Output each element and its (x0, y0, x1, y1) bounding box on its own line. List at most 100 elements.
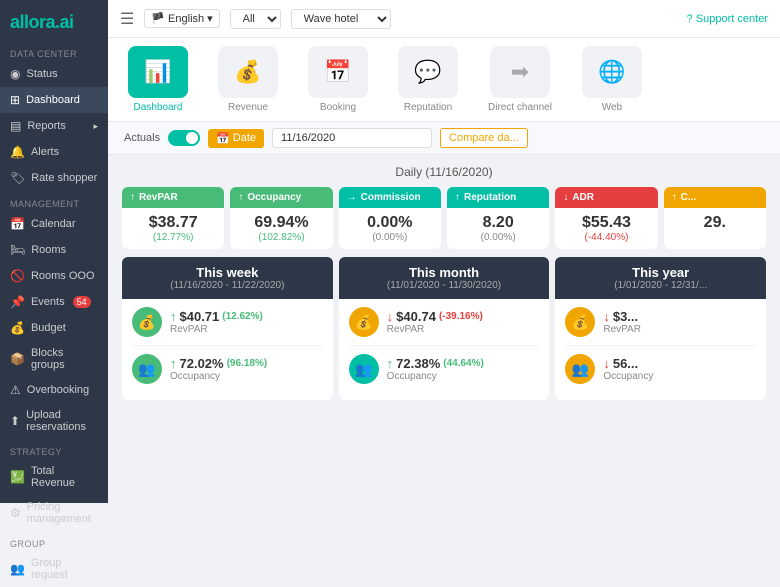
compare-button[interactable]: Compare da... (440, 128, 528, 148)
reputation-arrow-icon: ↑ (455, 192, 460, 203)
adr-body: $55.43 (-44.40%) (555, 208, 657, 249)
date-button[interactable]: 📅 Date (208, 129, 264, 148)
sidebar-item-rooms-ooo[interactable]: 🚫 Rooms OOO (0, 263, 108, 289)
topbar: ☰ 🏴 English ▾ All Wave hotel ? Support c… (108, 0, 780, 38)
group-request-icon: 👥 (10, 562, 25, 576)
this-week-revpar-label: RevPAR (170, 324, 263, 335)
actuals-toggle[interactable] (168, 130, 200, 146)
hamburger-icon[interactable]: ☰ (120, 9, 134, 29)
sidebar-section-management: MANAGEMENT 📅 Calendar 🛏 Rooms 🚫 Rooms OO… (0, 191, 108, 439)
reputation-header: ↑ Reputation (447, 187, 549, 208)
commission-header: → Commission (339, 187, 441, 208)
this-week-occupancy-change: (96.18%) (227, 358, 268, 369)
this-year-revpar-arrow: ↓ (603, 309, 610, 324)
this-week-revpar-row: 💰 ↑ $40.71 (12.62%) RevPAR (132, 307, 323, 346)
nav-direct-channel[interactable]: ➡ Direct channel (488, 46, 552, 113)
occupancy-value: 69.94% (238, 214, 324, 232)
booking-nav-label: Booking (320, 102, 356, 113)
web-nav-icon: 🌐 (582, 46, 642, 98)
booking-nav-icon: 📅 (308, 46, 368, 98)
sidebar-item-events[interactable]: 📌 Events 54 (0, 289, 108, 315)
col6-body: 29. (664, 208, 766, 238)
this-month-revpar-metric: ↓ $40.74 (-39.16%) RevPAR (387, 309, 483, 335)
sidebar-section-group: GROUP 👥 Group request (0, 531, 108, 587)
sidebar-section-strategy: STRATEGY 💹 Total Revenue ⚙ Pricing manag… (0, 439, 108, 531)
this-year-revpar-icon: 💰 (565, 307, 595, 337)
adr-value: $55.43 (563, 214, 649, 232)
this-month-occupancy-label: Occupancy (387, 371, 484, 382)
language-label: English (168, 13, 204, 25)
this-year-occupancy-arrow: ↓ (603, 356, 610, 371)
metric-card-revpar: ↑ RevPAR $38.77 (12.77%) (122, 187, 224, 249)
nav-reputation[interactable]: 💬 Reputation (398, 46, 458, 113)
occupancy-body: 69.94% (102.82%) (230, 208, 332, 249)
sidebar-item-rate-shopper[interactable]: 🏷 Rate shopper (0, 165, 108, 191)
this-month-occupancy-icon: 👥 (349, 354, 379, 384)
sidebar-item-alerts[interactable]: 🔔 Alerts (0, 139, 108, 165)
sidebar-item-pricing-management[interactable]: ⚙ Pricing management (0, 495, 108, 531)
metric-cards-row: ↑ RevPAR $38.77 (12.77%) ↑ Occupancy 69.… (122, 187, 766, 249)
date-input[interactable] (272, 128, 432, 148)
col6-arrow-icon: ↑ (672, 192, 677, 203)
this-month-revpar-value: ↓ $40.74 (-39.16%) (387, 309, 483, 324)
occupancy-arrow-icon: ↑ (238, 192, 243, 203)
support-center-link[interactable]: ? Support center (687, 13, 768, 25)
sidebar-item-blocks-groups[interactable]: 📦 Blocks groups (0, 341, 108, 377)
this-month-occupancy-arrow: ↑ (387, 356, 394, 371)
this-year-revpar-value: ↓ $3... (603, 309, 641, 324)
commission-value: 0.00% (347, 214, 433, 232)
sidebar-item-reports[interactable]: ▤ Reports ▸ (0, 113, 108, 139)
nav-booking[interactable]: 📅 Booking (308, 46, 368, 113)
reputation-body: 8.20 (0.00%) (447, 208, 549, 249)
sidebar-item-upload-reservations[interactable]: ⬆ Upload reservations (0, 403, 108, 439)
this-year-revpar-label: RevPAR (603, 324, 641, 335)
blocks-groups-icon: 📦 (10, 352, 25, 366)
this-week-revpar-icon: 💰 (132, 307, 162, 337)
daily-title: Daily (11/16/2020) (122, 165, 766, 179)
sidebar-item-group-request[interactable]: 👥 Group request (0, 551, 108, 587)
this-month-body: 💰 ↓ $40.74 (-39.16%) RevPAR 👥 (339, 299, 550, 400)
this-week-header: This week (11/16/2020 - 11/22/2020) (122, 257, 333, 299)
sidebar-item-budget[interactable]: 💰 Budget (0, 315, 108, 341)
sidebar-item-status[interactable]: ◉ Status (0, 61, 108, 87)
language-selector[interactable]: 🏴 English ▾ (144, 9, 219, 28)
this-week-revpar-value: ↑ $40.71 (12.62%) (170, 309, 263, 324)
hotel-select[interactable]: Wave hotel (291, 9, 391, 29)
this-year-body: 💰 ↓ $3... RevPAR 👥 (555, 299, 766, 400)
nav-revenue[interactable]: 💰 Revenue (218, 46, 278, 113)
events-badge: 54 (73, 296, 91, 308)
sidebar-item-rooms[interactable]: 🛏 Rooms (0, 237, 108, 263)
sidebar-item-overbooking[interactable]: ⚠ Overbooking (0, 377, 108, 403)
calendar-icon: 📅 (216, 132, 230, 145)
revpar-value: $38.77 (130, 214, 216, 232)
section-label-management: MANAGEMENT (0, 191, 108, 211)
sidebar-item-calendar[interactable]: 📅 Calendar (0, 211, 108, 237)
this-month-occupancy-value: ↑ 72.38% (44.64%) (387, 356, 484, 371)
nav-web[interactable]: 🌐 Web (582, 46, 642, 113)
metric-card-reputation: ↑ Reputation 8.20 (0.00%) (447, 187, 549, 249)
this-month-revpar-arrow: ↓ (387, 309, 394, 324)
this-week-revpar-arrow: ↑ (170, 309, 177, 324)
actuals-label: Actuals (124, 132, 160, 144)
this-week-occupancy-value: ↑ 72.02% (96.18%) (170, 356, 267, 371)
upload-icon: ⬆ (10, 414, 20, 428)
overbooking-icon: ⚠ (10, 383, 21, 397)
all-select[interactable]: All (230, 9, 281, 29)
this-week-body: 💰 ↑ $40.71 (12.62%) RevPAR 👥 (122, 299, 333, 400)
flag-icon: 🏴 (151, 12, 165, 25)
nav-dashboard[interactable]: 📊 Dashboard (128, 46, 188, 113)
reputation-change: (0.00%) (455, 232, 541, 243)
sidebar-item-dashboard[interactable]: ⊞ Dashboard (0, 87, 108, 113)
this-month-revpar-row: 💰 ↓ $40.74 (-39.16%) RevPAR (349, 307, 540, 346)
revpar-arrow-icon: ↑ (130, 192, 135, 203)
this-week-dates: (11/16/2020 - 11/22/2020) (132, 280, 323, 291)
this-week-revpar-metric: ↑ $40.71 (12.62%) RevPAR (170, 309, 263, 335)
reputation-nav-label: Reputation (404, 102, 452, 113)
rooms-ooo-icon: 🚫 (10, 269, 25, 283)
web-nav-label: Web (602, 102, 622, 113)
sidebar-item-total-revenue[interactable]: 💹 Total Revenue (0, 459, 108, 495)
this-month-occupancy-metric: ↑ 72.38% (44.64%) Occupancy (387, 356, 484, 382)
period-card-this-month: This month (11/01/2020 - 11/30/2020) 💰 ↓… (339, 257, 550, 400)
this-year-occupancy-metric: ↓ 56... Occupancy (603, 356, 653, 382)
events-icon: 📌 (10, 295, 25, 309)
